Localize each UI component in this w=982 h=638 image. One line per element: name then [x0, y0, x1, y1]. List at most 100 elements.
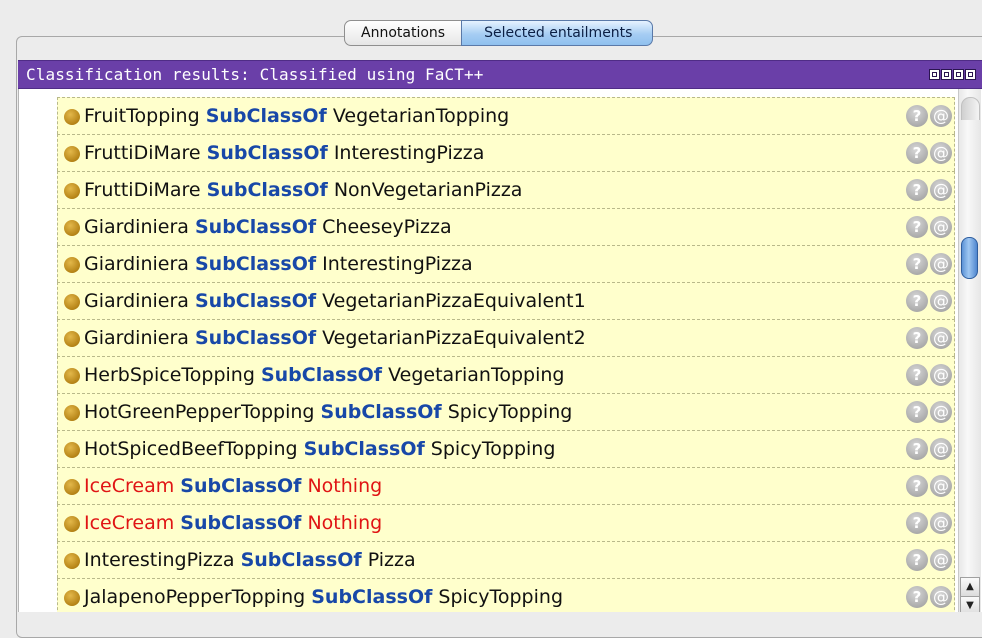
axiom-text: IceCream SubClassOf Nothing: [84, 511, 382, 535]
annotate-icon[interactable]: @: [930, 475, 952, 497]
annotate-icon[interactable]: @: [930, 105, 952, 127]
scroll-down-arrow-icon[interactable]: ▼: [960, 596, 980, 612]
annotate-icon[interactable]: @: [930, 290, 952, 312]
explain-icon[interactable]: ?: [906, 253, 928, 275]
view-option-icon[interactable]: [941, 69, 952, 80]
axiom-text: HotSpicedBeefTopping SubClassOf SpicyTop…: [84, 437, 555, 461]
explain-icon[interactable]: ?: [906, 290, 928, 312]
axiom-text: HerbSpiceTopping SubClassOf VegetarianTo…: [84, 363, 564, 387]
scrollbar-thumb[interactable]: [961, 237, 978, 279]
axiom-keyword: SubClassOf: [194, 253, 317, 275]
axiom-text: Giardiniera SubClassOf VegetarianPizzaEq…: [84, 326, 586, 350]
annotate-icon[interactable]: @: [930, 142, 952, 164]
annotate-icon[interactable]: @: [930, 327, 952, 349]
explain-icon[interactable]: ?: [906, 364, 928, 386]
entailment-row[interactable]: HotGreenPepperTopping SubClassOf SpicyTo…: [57, 393, 955, 430]
explain-icon[interactable]: ?: [906, 142, 928, 164]
axiom-subject: HerbSpiceTopping: [84, 364, 255, 386]
explain-icon[interactable]: ?: [906, 179, 928, 201]
axiom-keyword: SubClassOf: [180, 475, 302, 497]
entailment-row[interactable]: HerbSpiceTopping SubClassOf VegetarianTo…: [57, 356, 955, 393]
axiom-subject: HotGreenPepperTopping: [84, 401, 315, 423]
scrollbar-track-cap: [961, 97, 980, 120]
explain-icon[interactable]: ?: [906, 549, 928, 571]
axiom-text: Giardiniera SubClassOf InterestingPizza: [84, 252, 473, 276]
axiom-text: FruitTopping SubClassOf VegetarianToppin…: [84, 104, 509, 128]
annotate-icon[interactable]: @: [930, 253, 952, 275]
annotate-icon[interactable]: @: [930, 179, 952, 201]
axiom-subject: Giardiniera: [84, 290, 189, 312]
tab-selected-entailments[interactable]: Selected entailments: [461, 20, 654, 46]
scroll-up-arrow-icon[interactable]: ▲: [960, 577, 980, 597]
explain-icon[interactable]: ?: [906, 401, 928, 423]
entailment-row[interactable]: Giardiniera SubClassOf VegetarianPizzaEq…: [57, 319, 955, 356]
axiom-keyword: SubClassOf: [194, 216, 317, 238]
axiom-keyword: SubClassOf: [205, 105, 327, 127]
entailment-row[interactable]: InterestingPizza SubClassOf Pizza? @: [57, 541, 955, 578]
explain-icon[interactable]: ?: [906, 438, 928, 460]
entailment-row[interactable]: Giardiniera SubClassOf VegetarianPizzaEq…: [57, 282, 955, 319]
axiom-object: NonVegetarianPizza: [333, 179, 523, 201]
axiom-object: InterestingPizza: [322, 253, 473, 275]
window-controls-icon[interactable]: [929, 69, 976, 80]
axiom-text: Giardiniera SubClassOf CheeseyPizza: [84, 215, 452, 239]
close-view-icon[interactable]: [965, 69, 976, 80]
annotate-icon[interactable]: @: [930, 401, 952, 423]
explain-icon[interactable]: ?: [906, 105, 928, 127]
class-bullet-icon: [64, 294, 80, 310]
axiom-subject: HotSpicedBeefTopping: [84, 438, 298, 460]
entailment-row[interactable]: JalapenoPepperTopping SubClassOf SpicyTo…: [57, 578, 955, 612]
annotate-icon[interactable]: @: [930, 364, 952, 386]
vertical-scrollbar[interactable]: ▲ ▼: [958, 89, 981, 612]
axiom-text: Giardiniera SubClassOf VegetarianPizzaEq…: [84, 289, 586, 313]
axiom-object: SpicyTopping: [447, 401, 573, 423]
entailment-list: FruitTopping SubClassOf VegetarianToppin…: [57, 97, 955, 612]
class-bullet-icon: [64, 368, 80, 384]
tab-annotations[interactable]: Annotations: [344, 20, 462, 46]
axiom-subject: Giardiniera: [84, 253, 189, 275]
class-bullet-icon: [64, 516, 80, 532]
axiom-text: JalapenoPepperTopping SubClassOf SpicyTo…: [84, 585, 563, 609]
explain-icon[interactable]: ?: [906, 586, 928, 608]
annotate-icon[interactable]: @: [930, 216, 952, 238]
explain-icon[interactable]: ?: [906, 327, 928, 349]
axiom-object: VegetarianTopping: [388, 364, 565, 386]
entailment-row[interactable]: HotSpicedBeefTopping SubClassOf SpicyTop…: [57, 430, 955, 467]
axiom-subject: Giardiniera: [84, 327, 189, 349]
class-bullet-icon: [64, 257, 80, 273]
axiom-object: Nothing: [307, 475, 383, 497]
entailment-row[interactable]: IceCream SubClassOf Nothing? @: [57, 504, 955, 541]
view-option-icon[interactable]: [953, 69, 964, 80]
class-bullet-icon: [64, 331, 80, 347]
entailment-row[interactable]: IceCream SubClassOf Nothing? @: [57, 467, 955, 504]
entailment-row[interactable]: Giardiniera SubClassOf InterestingPizza?…: [57, 245, 955, 282]
entailment-row[interactable]: FruttiDiMare SubClassOf NonVegetarianPiz…: [57, 171, 955, 208]
view-option-icon[interactable]: [929, 69, 940, 80]
entailment-row[interactable]: FruttiDiMare SubClassOf InterestingPizza…: [57, 134, 955, 171]
axiom-object: Nothing: [307, 512, 383, 534]
entailment-row[interactable]: Giardiniera SubClassOf CheeseyPizza? @: [57, 208, 955, 245]
axiom-text: HotGreenPepperTopping SubClassOf SpicyTo…: [84, 400, 572, 424]
class-bullet-icon: [64, 442, 80, 458]
entailment-row[interactable]: FruitTopping SubClassOf VegetarianToppin…: [57, 97, 955, 134]
class-bullet-icon: [64, 146, 80, 162]
axiom-keyword: SubClassOf: [194, 327, 317, 349]
class-bullet-icon: [64, 553, 80, 569]
class-bullet-icon: [64, 109, 80, 125]
class-bullet-icon: [64, 183, 80, 199]
axiom-keyword: SubClassOf: [206, 179, 328, 201]
annotate-icon[interactable]: @: [930, 586, 952, 608]
annotate-icon[interactable]: @: [930, 549, 952, 571]
explain-icon[interactable]: ?: [906, 512, 928, 534]
axiom-keyword: SubClassOf: [260, 364, 383, 386]
panel-title: Classification results: Classified using…: [26, 65, 484, 84]
explain-icon[interactable]: ?: [906, 216, 928, 238]
annotate-icon[interactable]: @: [930, 512, 952, 534]
axiom-object: CheeseyPizza: [322, 216, 452, 238]
axiom-subject: JalapenoPepperTopping: [84, 586, 306, 608]
annotate-icon[interactable]: @: [930, 438, 952, 460]
axiom-object: Pizza: [367, 549, 416, 571]
axiom-keyword: SubClassOf: [303, 438, 425, 460]
explain-icon[interactable]: ?: [906, 475, 928, 497]
class-bullet-icon: [64, 590, 80, 606]
